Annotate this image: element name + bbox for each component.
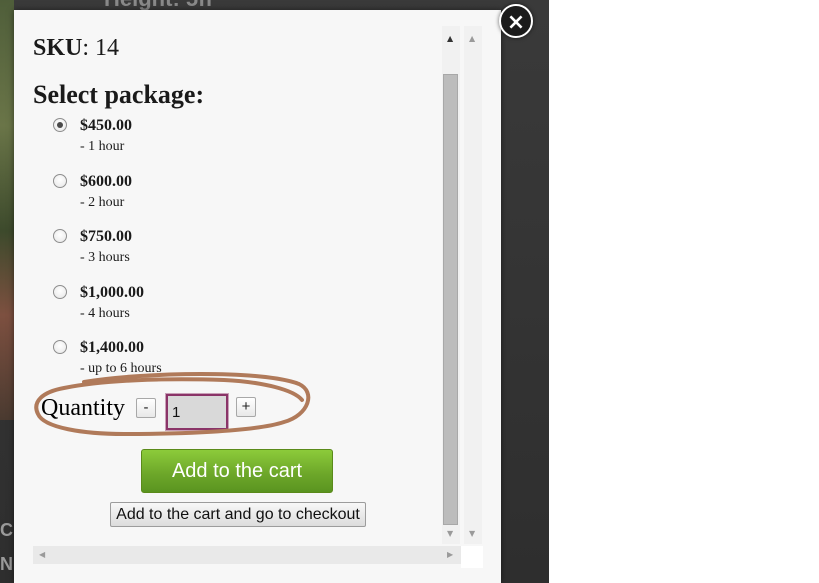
vertical-scrollbar[interactable]: ▲ ▲ ▼ ▼: [442, 26, 482, 544]
quantity-label: Quantity: [41, 395, 125, 421]
package-price: $1,400.00: [80, 339, 144, 356]
package-price: $450.00: [80, 117, 132, 134]
quantity-input[interactable]: [165, 393, 229, 431]
sku-value: : 14: [82, 35, 120, 61]
package-option[interactable]: $600.00 - 2 hour: [33, 172, 443, 230]
package-price: $1,000.00: [80, 283, 144, 301]
package-radio[interactable]: [53, 340, 67, 354]
quantity-row: Quantity - +: [41, 393, 301, 433]
modal-content: SKU: 14 Select package: $450.00 - 1 hour…: [33, 34, 443, 396]
package-duration: - up to 6 hours: [80, 361, 162, 376]
package-option[interactable]: $750.00 - 3 hours: [33, 228, 443, 285]
horizontal-scrollbar[interactable]: ◀ ▶: [33, 546, 461, 564]
increment-button[interactable]: +: [236, 397, 256, 417]
scrollbar-track-right[interactable]: [464, 26, 482, 544]
package-option[interactable]: $1,400.00 - up to 6 hours: [33, 339, 443, 396]
close-icon[interactable]: ×: [499, 4, 533, 38]
package-duration: - 2 hour: [80, 194, 125, 210]
select-package-title: Select package:: [33, 80, 205, 109]
scroll-up-icon[interactable]: ▲: [469, 34, 475, 43]
scroll-right-icon[interactable]: ▶: [447, 550, 453, 559]
package-option[interactable]: $450.00 - 1 hour: [33, 117, 443, 174]
package-radio[interactable]: [53, 118, 67, 132]
package-price: $600.00: [80, 172, 132, 190]
background-text-2: N: [0, 554, 13, 574]
decrement-button[interactable]: -: [136, 398, 156, 418]
background-text-1: C: [0, 520, 13, 540]
scrollbar-corner: [461, 546, 483, 568]
package-radio[interactable]: [53, 284, 67, 299]
add-and-checkout-button[interactable]: Add to the cart and go to checkout: [110, 502, 366, 527]
sku-label: SKU: [33, 35, 83, 61]
sku-line: SKU: 14: [33, 34, 443, 62]
scroll-up-icon[interactable]: ▲: [447, 34, 453, 43]
package-duration: - 4 hours: [80, 305, 130, 321]
scroll-left-icon[interactable]: ◀: [39, 550, 45, 559]
package-radio[interactable]: [53, 173, 67, 188]
package-price: $750.00: [80, 228, 132, 245]
package-option[interactable]: $1,000.00 - 4 hours: [33, 283, 443, 341]
package-duration: - 3 hours: [80, 250, 130, 265]
scrollbar-thumb[interactable]: [443, 74, 458, 525]
add-to-cart-button[interactable]: Add to the cart: [141, 449, 333, 493]
package-radio[interactable]: [53, 229, 67, 243]
scroll-down-icon[interactable]: ▼: [447, 529, 453, 538]
product-modal: SKU: 14 Select package: $450.00 - 1 hour…: [14, 4, 533, 583]
background-photo: [0, 0, 14, 420]
scroll-down-icon[interactable]: ▼: [469, 529, 475, 538]
package-duration: - 1 hour: [80, 139, 125, 154]
